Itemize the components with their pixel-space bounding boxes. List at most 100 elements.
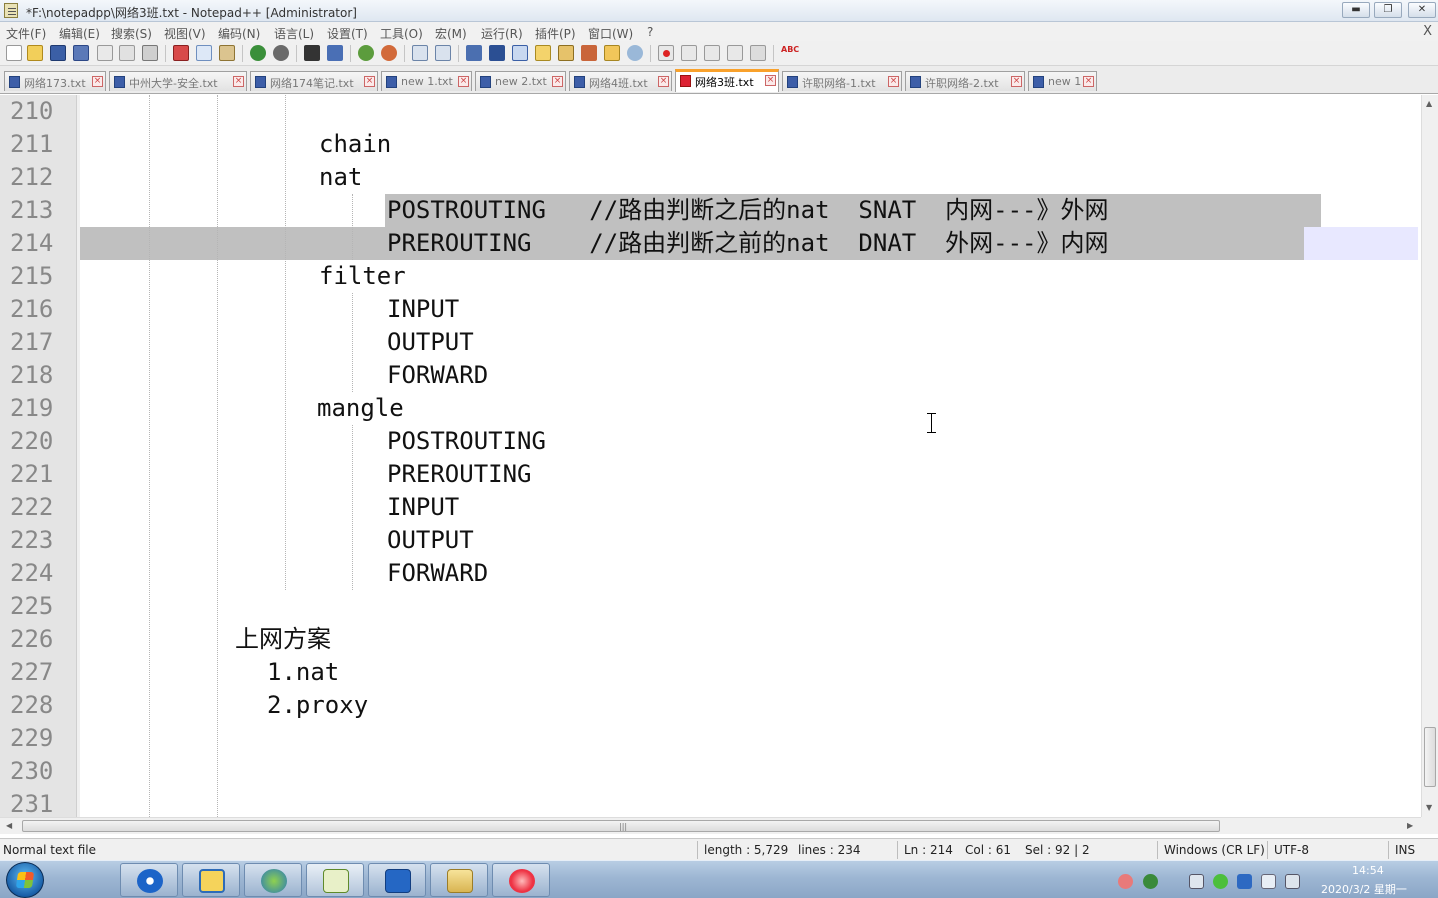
taskbar-app-notepadpp[interactable]: [306, 863, 364, 897]
tray-display-icon[interactable]: [1285, 874, 1300, 889]
scroll-right-icon[interactable]: ▶: [1407, 821, 1413, 830]
taskbar-app-recorder[interactable]: [368, 863, 426, 897]
taskbar-app-network[interactable]: [244, 863, 302, 897]
tab-new2-txt[interactable]: new 2.txt ×: [475, 71, 566, 91]
monitoring-icon[interactable]: [627, 45, 643, 61]
tray-update-icon[interactable]: [1213, 874, 1228, 889]
tray-flag-icon[interactable]: [1237, 874, 1252, 889]
play-macro-icon[interactable]: [704, 45, 720, 61]
status-insert-mode[interactable]: INS: [1395, 843, 1415, 857]
clock-date[interactable]: 2020/3/2 星期一: [1321, 881, 1407, 897]
scroll-down-icon[interactable]: ▼: [1426, 803, 1432, 812]
taskbar-app-vpn[interactable]: [120, 863, 178, 897]
scroll-up-icon[interactable]: ▲: [1426, 99, 1432, 108]
function-list-icon[interactable]: [581, 45, 597, 61]
scroll-left-icon[interactable]: ◀: [6, 821, 12, 830]
tab-zhongzhou-security[interactable]: 中州大学-安全.txt ×: [109, 71, 247, 91]
scrollbar-corner: [1421, 817, 1438, 834]
horizontal-scrollbar[interactable]: ◀ ||| ▶: [0, 817, 1421, 834]
close-document-button[interactable]: X: [1423, 24, 1432, 39]
close-icon[interactable]: [97, 45, 113, 61]
menu-tools[interactable]: 工具(O): [380, 25, 423, 42]
tab-close-icon[interactable]: ×: [765, 75, 776, 86]
taskbar-app-snail[interactable]: [492, 863, 550, 897]
tab-close-icon[interactable]: ×: [1011, 76, 1022, 87]
menu-window[interactable]: 窗口(W): [588, 25, 633, 42]
spellcheck-icon[interactable]: ABC: [781, 45, 799, 61]
tab-network174-notes[interactable]: 网络174笔记.txt ×: [250, 71, 378, 91]
tray-app-1-icon[interactable]: [1118, 874, 1133, 889]
vertical-scroll-thumb[interactable]: [1424, 727, 1436, 787]
menu-search[interactable]: 搜索(S): [111, 25, 152, 42]
run-macro-multiple-icon[interactable]: [727, 45, 743, 61]
zoom-out-icon[interactable]: [381, 45, 397, 61]
menu-macro[interactable]: 宏(M): [435, 25, 467, 42]
find-icon[interactable]: [304, 45, 320, 61]
horizontal-scroll-thumb[interactable]: |||: [22, 820, 1220, 832]
tab-close-icon[interactable]: ×: [92, 76, 103, 87]
sync-horizontal-icon[interactable]: [435, 45, 451, 61]
tab-network173[interactable]: 网络173.txt ×: [4, 71, 106, 91]
menu-encoding[interactable]: 编码(N): [218, 25, 260, 42]
menu-view[interactable]: 视图(V): [164, 25, 206, 42]
save-icon[interactable]: [50, 45, 66, 61]
menu-run[interactable]: 运行(R): [481, 25, 523, 42]
tab-close-icon[interactable]: ×: [458, 76, 469, 87]
tab-xuzhi-network-2[interactable]: 许职网络-2.txt ×: [905, 71, 1025, 91]
tab-network3-active[interactable]: 网络3班.txt ×: [675, 69, 779, 92]
record-macro-icon[interactable]: [658, 45, 674, 61]
tab-close-icon[interactable]: ×: [1083, 76, 1094, 87]
save-macro-icon[interactable]: [750, 45, 766, 61]
tab-network4[interactable]: 网络4班.txt ×: [569, 71, 672, 91]
tray-app-2-icon[interactable]: [1143, 874, 1158, 889]
tab-close-icon[interactable]: ×: [658, 76, 669, 87]
menu-language[interactable]: 语言(L): [274, 25, 314, 42]
redo-icon[interactable]: [273, 45, 289, 61]
text-editor[interactable]: 210 211 212 213 214 215 216 217 218 219 …: [0, 95, 1438, 817]
close-all-icon[interactable]: [119, 45, 135, 61]
status-eol[interactable]: Windows (CR LF): [1164, 843, 1265, 857]
tab-new1[interactable]: new 1 ×: [1028, 71, 1097, 91]
close-window-button[interactable]: ✕: [1408, 2, 1436, 18]
fold-margin[interactable]: [77, 95, 80, 817]
indent-guide-icon[interactable]: [512, 45, 528, 61]
status-encoding[interactable]: UTF-8: [1274, 843, 1309, 857]
tray-network-icon[interactable]: [1189, 874, 1204, 889]
tab-new1-txt[interactable]: new 1.txt ×: [381, 71, 472, 91]
tab-close-icon[interactable]: ×: [364, 76, 375, 87]
menu-help[interactable]: ?: [647, 25, 653, 39]
tab-close-icon[interactable]: ×: [233, 76, 244, 87]
doc-map-icon[interactable]: [558, 45, 574, 61]
menu-plugins[interactable]: 插件(P): [535, 25, 576, 42]
folder-workspace-icon[interactable]: [604, 45, 620, 61]
clock-time[interactable]: 14:54: [1352, 864, 1384, 877]
sync-vertical-icon[interactable]: [412, 45, 428, 61]
show-all-chars-icon[interactable]: [489, 45, 505, 61]
language-icon[interactable]: [535, 45, 551, 61]
copy-icon[interactable]: [196, 45, 212, 61]
tray-volume-icon[interactable]: [1261, 874, 1276, 889]
cut-icon[interactable]: [173, 45, 189, 61]
print-icon[interactable]: [142, 45, 158, 61]
word-wrap-icon[interactable]: [466, 45, 482, 61]
restore-button[interactable]: ❐: [1374, 2, 1402, 18]
minimize-button[interactable]: ▬: [1342, 2, 1370, 18]
stop-macro-icon[interactable]: [681, 45, 697, 61]
tab-close-icon[interactable]: ×: [888, 76, 899, 87]
tab-close-icon[interactable]: ×: [552, 76, 563, 87]
taskbar-app-filemanager[interactable]: [182, 863, 240, 897]
open-file-icon[interactable]: [27, 45, 43, 61]
menu-edit[interactable]: 编辑(E): [59, 25, 100, 42]
menu-file[interactable]: 文件(F): [6, 25, 46, 42]
paste-icon[interactable]: [219, 45, 235, 61]
replace-icon[interactable]: [327, 45, 343, 61]
new-file-icon[interactable]: [6, 45, 22, 61]
tab-xuzhi-network-1[interactable]: 许职网络-1.txt ×: [782, 71, 902, 91]
zoom-in-icon[interactable]: [358, 45, 374, 61]
vertical-scrollbar[interactable]: ▲ ▼: [1421, 95, 1438, 817]
save-all-icon[interactable]: [73, 45, 89, 61]
taskbar-app-explorer[interactable]: [430, 863, 488, 897]
undo-icon[interactable]: [250, 45, 266, 61]
menu-settings[interactable]: 设置(T): [327, 25, 368, 42]
start-button[interactable]: [6, 862, 44, 898]
